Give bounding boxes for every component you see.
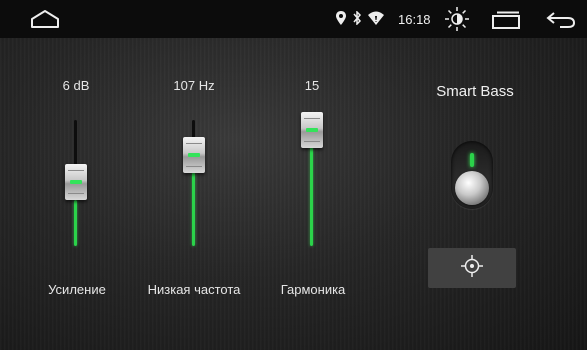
harmonic-fill: [310, 146, 313, 246]
harmonic-value: 15: [304, 78, 320, 93]
toggle-knob: [455, 171, 489, 205]
harmonic-label: Гармоника: [280, 282, 346, 297]
harmonic-slider-knob[interactable]: [301, 112, 323, 148]
bluetooth-icon: [352, 9, 362, 30]
crosshair-button[interactable]: [428, 248, 516, 288]
knob-led: [306, 128, 318, 132]
status-icons: [336, 9, 384, 30]
low-frequency-label: Низкая частота: [147, 282, 241, 297]
low-frequency-slider-knob[interactable]: [183, 137, 205, 173]
gain-slider-knob[interactable]: [65, 164, 87, 200]
knob-led: [70, 180, 82, 184]
wifi-icon: [368, 11, 384, 30]
recents-icon[interactable]: [491, 11, 521, 34]
status-bar: 16:18: [0, 0, 587, 38]
gain-value: 6 dB: [62, 78, 90, 93]
brightness-icon[interactable]: [444, 6, 470, 37]
knob-led: [188, 153, 200, 157]
crosshair-icon: [461, 254, 483, 282]
equalizer-screen: 16:18 6 dB Усиление 107 Hz Низкая частот…: [0, 0, 587, 350]
smart-bass-title: Smart Bass: [436, 83, 514, 100]
low-frequency-fill: [192, 172, 195, 246]
toggle-indicator: [470, 153, 474, 167]
gain-label: Усиление: [48, 282, 106, 297]
status-time: 16:18: [398, 12, 431, 27]
smart-bass-toggle[interactable]: [451, 141, 493, 209]
home-icon[interactable]: [30, 9, 60, 34]
low-frequency-value: 107 Hz: [173, 78, 215, 93]
back-icon[interactable]: [546, 11, 576, 34]
location-icon: [336, 10, 346, 30]
gain-fill: [74, 200, 77, 246]
